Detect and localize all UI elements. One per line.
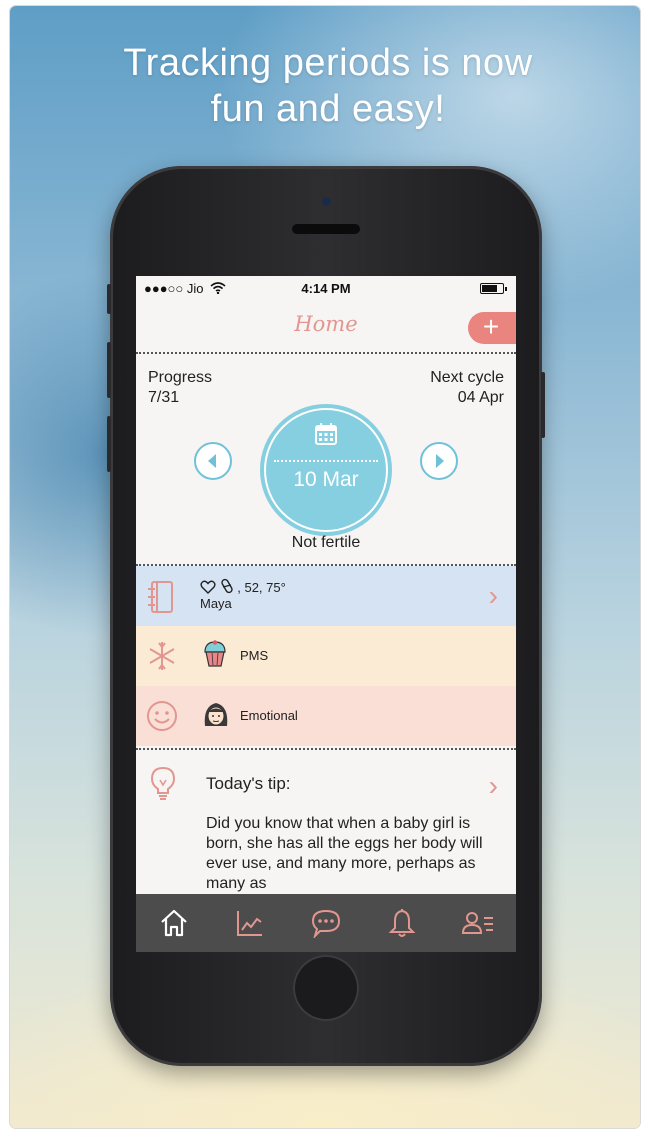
cupcake-icon: [204, 640, 226, 667]
nav-bar: Home +: [136, 300, 516, 352]
vitals-row[interactable]: , 52, 75° Maya ›: [136, 566, 516, 626]
power-button: [541, 372, 545, 438]
phone-frame: ●●●○○ Jio 4:14 PM Home + Progress 7/31 N…: [107, 166, 545, 1066]
battery-icon: [480, 283, 507, 294]
calendar-icon: [315, 423, 337, 445]
bell-icon: [388, 909, 416, 937]
tab-chat[interactable]: [288, 894, 364, 952]
pill-icon: [220, 578, 233, 594]
chevron-left-icon: [208, 454, 216, 468]
next-day-button[interactable]: [420, 442, 458, 480]
lightbulb-icon: [150, 766, 176, 800]
smiley-icon: [147, 701, 177, 731]
tip-expand-button[interactable]: ›: [489, 770, 498, 802]
asterisk-icon: [149, 642, 175, 670]
promo-headline: Tracking periods is now fun and easy!: [0, 40, 656, 132]
mood-label: Emotional: [240, 708, 298, 723]
mute-switch: [107, 284, 111, 314]
vitals-text: , 52, 75° Maya: [200, 578, 286, 611]
tip-title: Today's tip:: [206, 774, 291, 793]
symptom-label: PMS: [240, 648, 269, 663]
headline-line-2: fun and easy!: [210, 88, 446, 130]
tab-charts[interactable]: [212, 894, 288, 952]
next-cycle-label: Next cycle: [430, 369, 504, 386]
next-cycle-block: Next cycle 04 Apr: [430, 368, 504, 408]
journal-icon: [148, 581, 173, 613]
progress-label: Progress: [148, 369, 213, 386]
home-button[interactable]: [293, 955, 359, 1021]
progress-block: Progress 7/31: [148, 368, 212, 408]
previous-day-button[interactable]: [194, 442, 232, 480]
profile-name: Maya: [200, 596, 232, 611]
volume-down-button: [107, 416, 111, 472]
vitals-stats: , 52, 75°: [237, 580, 286, 595]
divider: [136, 352, 516, 354]
tip-body: Did you know that when a baby girl is bo…: [206, 815, 483, 892]
profile-list-icon: [461, 912, 493, 934]
chart-icon: [237, 911, 262, 936]
circle-divider: [274, 460, 378, 462]
battery-level: [482, 285, 497, 292]
earpiece-speaker: [292, 224, 360, 234]
tab-bar: [136, 894, 516, 952]
mood-row[interactable]: Emotional: [136, 686, 516, 746]
front-camera: [322, 197, 331, 206]
next-cycle-value: 04 Apr: [457, 389, 504, 406]
date-circle[interactable]: 10 Mar: [260, 404, 392, 536]
home-icon: [161, 909, 187, 937]
fertility-status: Not fertile: [291, 534, 361, 551]
status-bar: ●●●○○ Jio 4:14 PM: [136, 276, 516, 300]
page-title: Home: [294, 312, 358, 336]
tab-reminders[interactable]: [364, 894, 440, 952]
volume-up-button: [107, 342, 111, 398]
chevron-right-icon: ›: [488, 580, 498, 611]
girl-face-icon: [204, 703, 228, 726]
headline-line-1: Tracking periods is now: [123, 42, 533, 84]
tab-home[interactable]: [136, 894, 212, 952]
heart-icon: [200, 580, 216, 594]
status-time: 4:14 PM: [301, 281, 351, 296]
divider: [136, 748, 516, 750]
symptoms-row[interactable]: PMS: [136, 626, 516, 686]
app-screen: ●●●○○ Jio 4:14 PM Home + Progress 7/31 N…: [136, 276, 516, 952]
chat-icon: [311, 909, 341, 938]
current-date: 10 Mar: [293, 468, 359, 491]
tab-profile[interactable]: [440, 894, 516, 952]
progress-value: 7/31: [148, 389, 180, 406]
chevron-right-icon: [436, 454, 444, 468]
add-entry-button[interactable]: +: [468, 312, 516, 344]
